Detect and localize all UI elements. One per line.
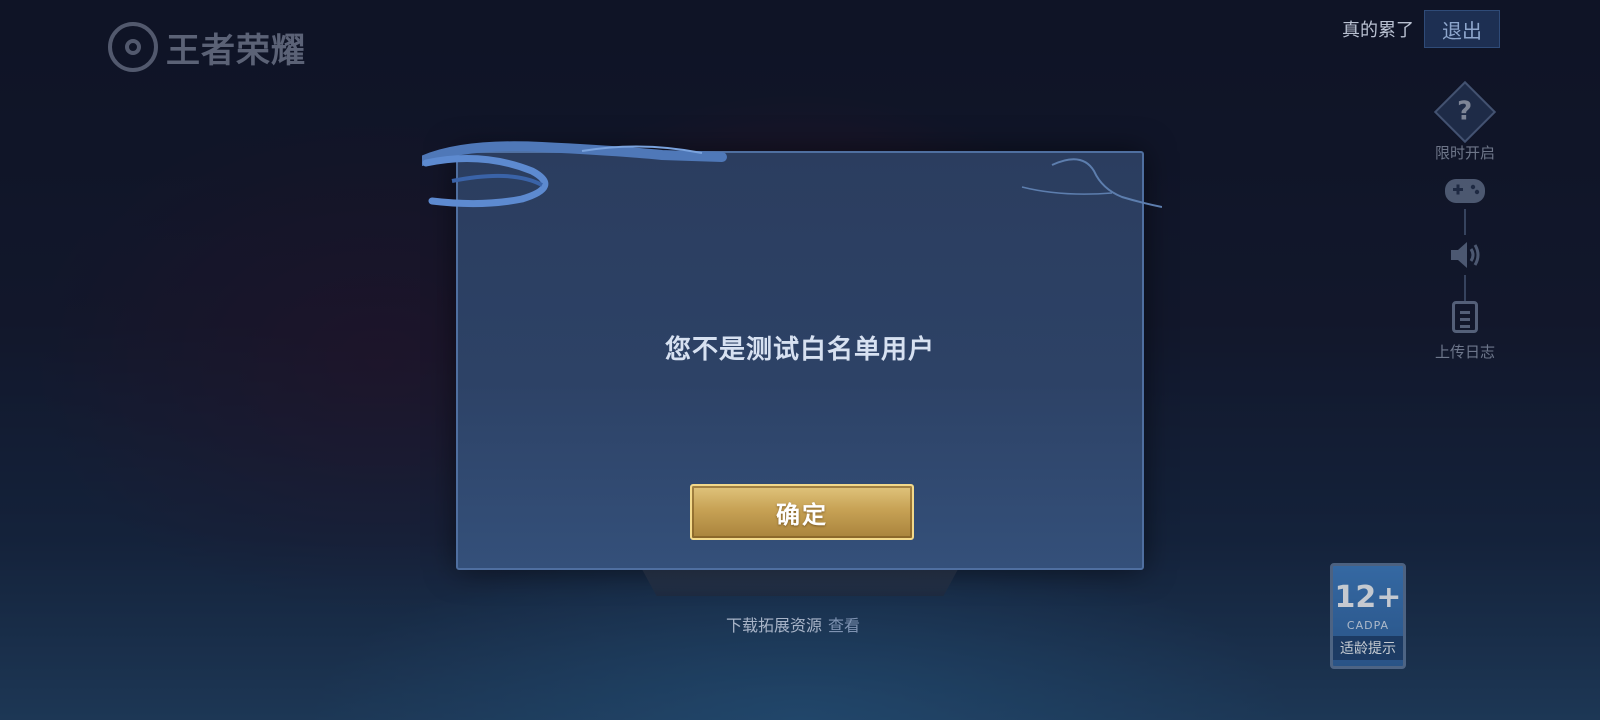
top-right-bar: 真的累了 退出: [1342, 10, 1500, 48]
alert-dialog: 您不是测试白名单用户 确定: [422, 141, 1162, 570]
download-resources: 下载拓展资源 查看: [726, 612, 860, 636]
speaker-icon: [1451, 242, 1480, 268]
download-label: 下载拓展资源: [726, 616, 823, 635]
status-label: 真的累了: [1342, 20, 1414, 41]
dialog-ornament: [422, 141, 1162, 208]
side-panel: ? 限时开启 上传日志: [1420, 80, 1510, 362]
exit-button[interactable]: 退出: [1424, 10, 1500, 48]
age-rating-org: CADPA: [1346, 619, 1390, 632]
age-rating-tip: 适龄提示: [1333, 636, 1403, 660]
dialog-message: 您不是测试白名单用户: [664, 335, 935, 365]
game-login-screen: 王者荣耀 真的累了 退出 ? 限时开启 上传日志 下载拓展资源 查看 12+ C…: [0, 0, 1600, 720]
gamepad-icon: [1445, 179, 1485, 203]
logo-text: 王者荣耀: [166, 30, 306, 71]
age-rating-badge[interactable]: 12+ CADPA 适龄提示: [1330, 563, 1406, 669]
download-view-link[interactable]: 查看: [828, 616, 860, 635]
side-item-limited-open[interactable]: ? 限时开启: [1433, 80, 1497, 163]
age-rating: 12+: [1334, 580, 1402, 615]
question-icon: ?: [1433, 80, 1497, 144]
side-item-gamepad[interactable]: [1441, 169, 1489, 209]
side-item-upload-log[interactable]: 上传日志: [1435, 301, 1495, 362]
side-item-label: 限时开启: [1434, 144, 1495, 162]
side-divider: [1464, 209, 1466, 235]
logo-mark-icon: [108, 22, 158, 72]
side-item-sound[interactable]: [1443, 235, 1487, 275]
game-logo: 王者荣耀: [108, 22, 306, 72]
clipboard-icon: [1451, 301, 1478, 333]
side-divider: [1464, 275, 1466, 301]
side-item-label: 上传日志: [1434, 343, 1495, 361]
confirm-button[interactable]: 确定: [690, 484, 914, 540]
